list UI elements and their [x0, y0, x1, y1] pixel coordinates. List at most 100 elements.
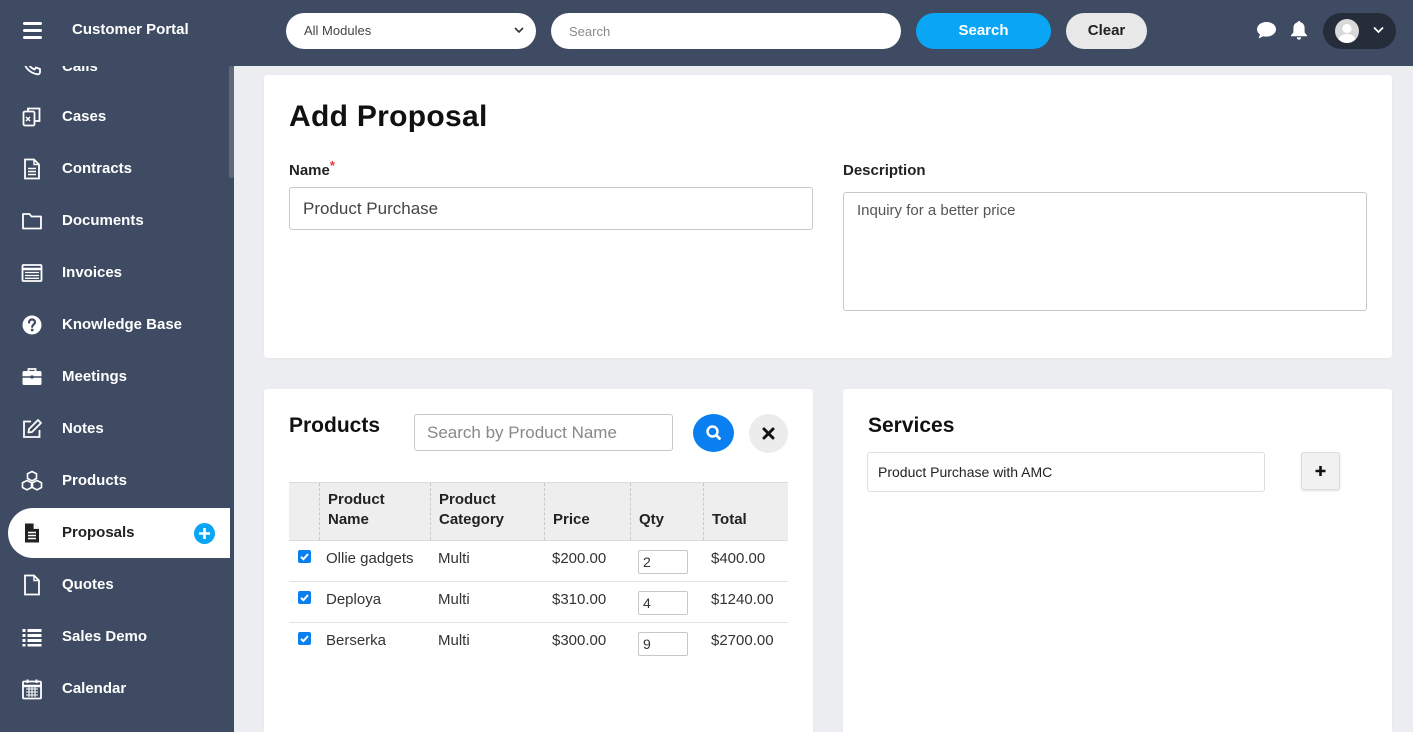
- add-service-button[interactable]: [1301, 452, 1340, 490]
- description-field[interactable]: Inquiry for a better price: [843, 192, 1367, 311]
- product-category-cell: Multi: [438, 632, 470, 649]
- column-header-product-name[interactable]: Product Name: [319, 483, 431, 540]
- column-header-price[interactable]: Price: [544, 483, 630, 540]
- total-cell: $400.00: [711, 550, 766, 567]
- cubes-icon: [21, 470, 43, 491]
- module-select-value: All Modules: [304, 23, 372, 38]
- service-input[interactable]: Product Purchase with AMC: [867, 452, 1265, 492]
- sidebar-item-meetings[interactable]: Meetings: [0, 352, 230, 402]
- user-icon: [1338, 23, 1356, 43]
- product-clear-button[interactable]: [749, 414, 788, 453]
- product-search-button[interactable]: [693, 414, 734, 452]
- check-icon: [300, 594, 309, 602]
- required-marker: *: [329, 158, 335, 173]
- proposal-form-card: Add Proposal Name* Product Purchase Desc…: [264, 75, 1392, 358]
- sidebar-item-contracts[interactable]: Contracts: [0, 144, 230, 194]
- row-checkbox[interactable]: [298, 632, 311, 645]
- product-name-cell: Deploya: [326, 591, 382, 608]
- description-label: Description: [843, 162, 926, 179]
- sidebar-item-notes[interactable]: Notes: [0, 404, 230, 454]
- products-card: Products Search by Product Name Product …: [264, 389, 813, 732]
- column-header-qty[interactable]: Qty: [630, 483, 703, 540]
- sidebar-item-invoices[interactable]: Invoices: [0, 248, 230, 298]
- table-header: Product Name Product Category Price Qty …: [289, 482, 788, 541]
- qty-input[interactable]: 2: [638, 550, 688, 574]
- sidebar-item-calls[interactable]: Calls: [0, 66, 230, 92]
- close-icon: [762, 427, 775, 440]
- name-field[interactable]: Product Purchase: [289, 187, 813, 230]
- chevron-down-icon: [514, 27, 524, 34]
- bell-icon[interactable]: [1290, 20, 1308, 41]
- sidebar-item-quotes[interactable]: Quotes: [0, 560, 230, 610]
- briefcase-icon: [22, 368, 42, 385]
- table-row: Deploya Multi $310.00 4 $1240.00: [289, 582, 788, 623]
- chevron-down-icon: [1373, 26, 1384, 34]
- price-cell: $310.00: [552, 591, 607, 608]
- edit-icon: [23, 419, 42, 438]
- folder-icon: [22, 213, 42, 230]
- check-icon: [300, 635, 309, 643]
- product-name-cell: Ollie gadgets: [326, 550, 414, 567]
- sidebar-item-label: Cases: [62, 108, 107, 125]
- sidebar-item-label: Notes: [62, 420, 104, 437]
- cases-icon: [22, 107, 41, 127]
- question-icon: [22, 315, 42, 335]
- sidebar-item-label: Calendar: [62, 680, 127, 697]
- sidebar-item-label: Invoices: [62, 264, 123, 281]
- sidebar-item-label: Products: [62, 472, 128, 489]
- sidebar-item-label: Proposals: [62, 524, 135, 541]
- app-brand[interactable]: Customer Portal: [72, 21, 189, 38]
- sidebar-item-label: Meetings: [62, 368, 128, 385]
- services-card: Services Product Purchase with AMC: [843, 389, 1392, 732]
- user-menu[interactable]: [1323, 13, 1396, 49]
- sidebar-item-products[interactable]: Products: [0, 456, 230, 506]
- table-row: Berserka Multi $300.00 9 $2700.00: [289, 623, 788, 664]
- sidebar-item-label: Documents: [62, 212, 144, 229]
- contracts-icon: [24, 158, 40, 180]
- check-icon: [300, 553, 309, 561]
- products-table: Product Name Product Category Price Qty …: [289, 482, 788, 664]
- row-checkbox[interactable]: [298, 591, 311, 604]
- sidebar: Calls Cases Contracts Documents Invoices…: [0, 66, 234, 732]
- price-cell: $200.00: [552, 550, 607, 567]
- sidebar-item-label: Calls: [62, 66, 98, 75]
- sidebar-item-documents[interactable]: Documents: [0, 196, 230, 246]
- quote-icon: [24, 574, 40, 596]
- invoice-icon: [21, 264, 43, 282]
- sidebar-item-label: Contracts: [62, 160, 133, 177]
- hamburger-menu-icon[interactable]: [23, 22, 42, 39]
- price-cell: $300.00: [552, 632, 607, 649]
- avatar: [1335, 19, 1359, 43]
- proposal-icon: [25, 523, 39, 543]
- add-proposal-icon[interactable]: [194, 523, 215, 544]
- plus-icon: [1315, 466, 1326, 476]
- search-button[interactable]: Search: [916, 13, 1051, 49]
- table-row: Ollie gadgets Multi $200.00 2 $400.00: [289, 541, 788, 582]
- sidebar-item-knowledge-base[interactable]: Knowledge Base: [0, 300, 230, 350]
- column-header-total[interactable]: Total: [703, 483, 788, 540]
- sidebar-item-cases[interactable]: Cases: [0, 92, 230, 142]
- sidebar-item-proposals[interactable]: Proposals: [8, 508, 230, 558]
- total-cell: $1240.00: [711, 591, 774, 608]
- chat-icon[interactable]: [1256, 21, 1277, 40]
- sidebar-item-label: Knowledge Base: [62, 316, 183, 333]
- sidebar-item-calendar[interactable]: Calendar: [0, 664, 230, 714]
- calendar-icon: [22, 679, 42, 700]
- product-category-cell: Multi: [438, 591, 470, 608]
- product-name-cell: Berserka: [326, 632, 387, 649]
- module-select[interactable]: All Modules: [286, 13, 536, 49]
- product-search-input[interactable]: Search by Product Name: [414, 414, 673, 451]
- sidebar-item-sales-demo[interactable]: Sales Demo: [0, 612, 230, 662]
- search-icon: [706, 425, 721, 440]
- global-search-input[interactable]: [551, 13, 901, 49]
- column-header-product-category[interactable]: Product Category: [430, 483, 544, 540]
- services-title: Services: [868, 414, 955, 437]
- page-title: Add Proposal: [289, 100, 488, 133]
- list-icon: [22, 629, 42, 647]
- phone-icon: [24, 66, 41, 76]
- qty-input[interactable]: 4: [638, 591, 688, 615]
- clear-button[interactable]: Clear: [1066, 13, 1147, 49]
- qty-input[interactable]: 9: [638, 632, 688, 656]
- product-category-cell: Multi: [438, 550, 470, 567]
- row-checkbox[interactable]: [298, 550, 311, 563]
